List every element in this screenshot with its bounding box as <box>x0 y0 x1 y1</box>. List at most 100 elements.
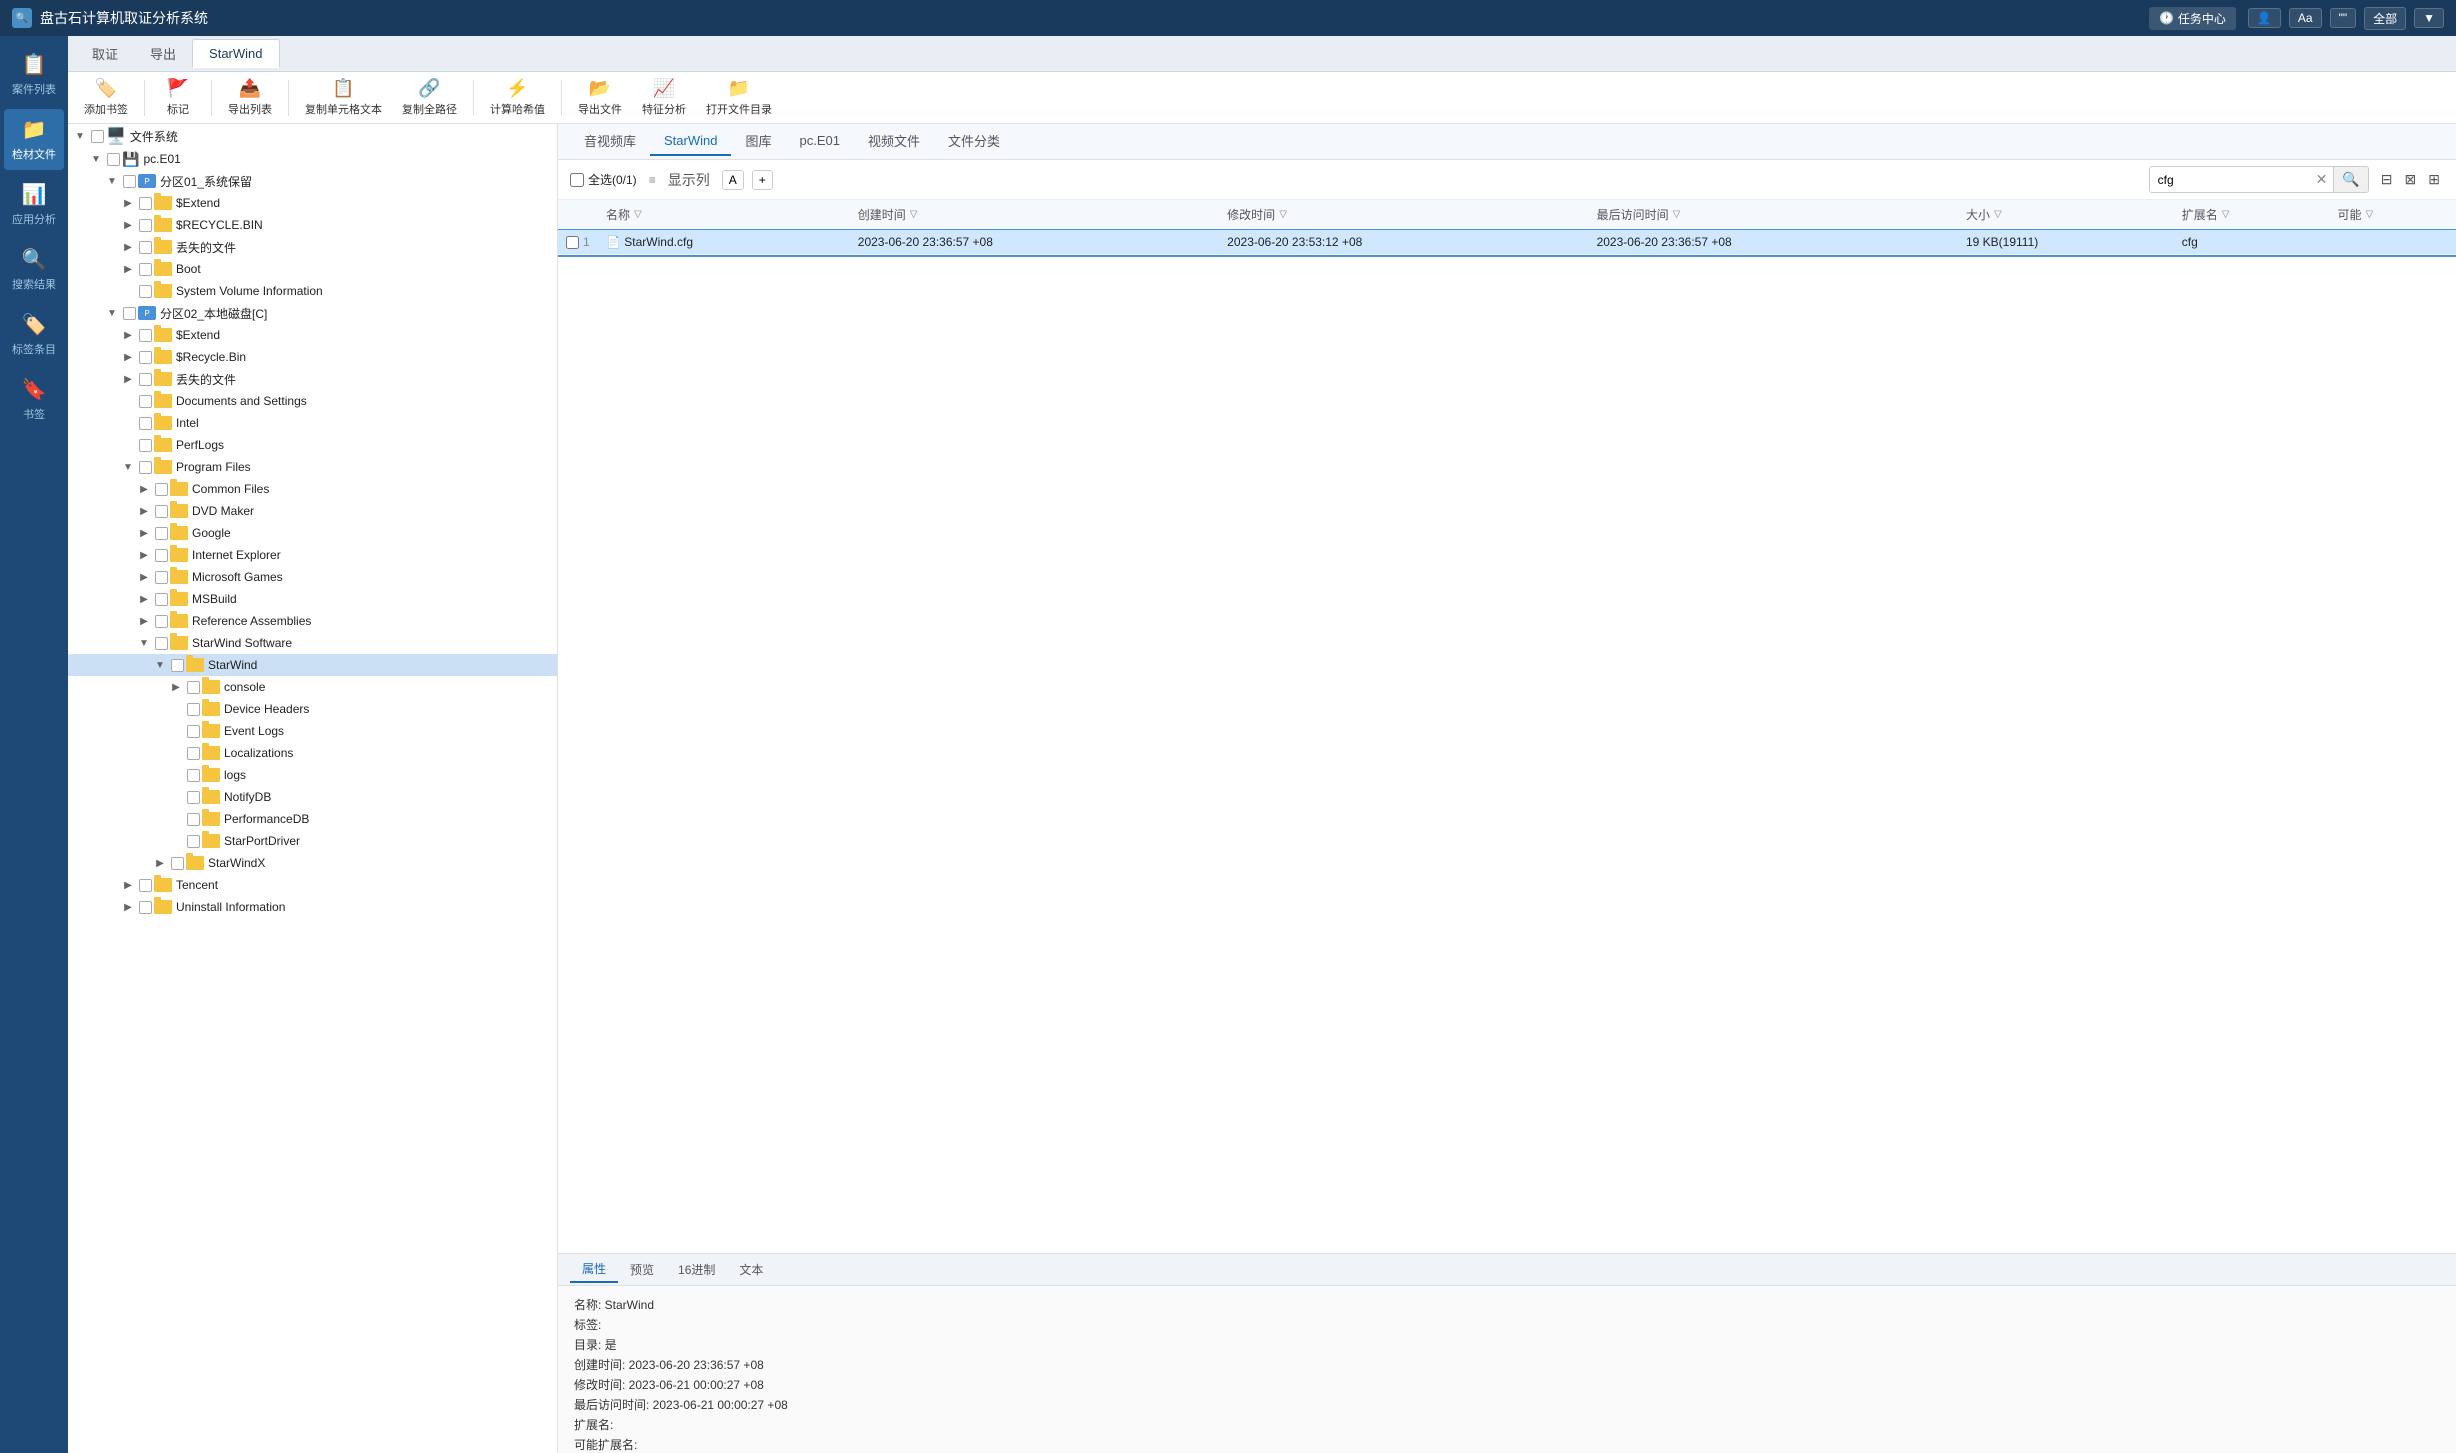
tree-node-msbuild[interactable]: MSBuild <box>68 588 557 610</box>
name-filter-icon[interactable]: ▽ <box>634 209 642 220</box>
expand-icon[interactable] <box>136 481 152 497</box>
tab-collect[interactable]: 取证 <box>76 38 134 69</box>
check[interactable] <box>168 854 186 872</box>
expand-icon[interactable] <box>136 613 152 629</box>
sidebar-item-case-list[interactable]: 📋 案件列表 <box>4 44 64 105</box>
expand-icon[interactable] <box>120 877 136 893</box>
tree-node-lost1[interactable]: 丢失的文件 <box>68 236 557 258</box>
tree-node-intel[interactable]: Intel <box>68 412 557 434</box>
expand-icon[interactable] <box>136 525 152 541</box>
expand-icon[interactable] <box>88 151 104 167</box>
tree-node-extend2[interactable]: $Extend <box>68 324 557 346</box>
ext-filter-icon[interactable]: ▽ <box>2222 209 2230 220</box>
accessed-filter-icon[interactable]: ▽ <box>1673 209 1681 220</box>
expand-icon[interactable] <box>104 305 120 321</box>
row-checkbox[interactable] <box>566 236 579 249</box>
check[interactable] <box>136 392 154 410</box>
tab-starwind[interactable]: StarWind <box>192 39 279 68</box>
check[interactable] <box>184 788 202 806</box>
expand-icon[interactable] <box>120 239 136 255</box>
tree-node-event-logs[interactable]: Event Logs <box>68 720 557 742</box>
sidebar-item-evidence-file[interactable]: 📁 检材文件 <box>4 109 64 170</box>
expand-icon[interactable] <box>120 371 136 387</box>
th-ext[interactable]: 扩展名 ▽ <box>2174 200 2330 230</box>
check[interactable] <box>184 810 202 828</box>
filter-button-2[interactable]: ⊠ <box>2401 169 2421 190</box>
font-size-a-button[interactable]: A <box>722 170 744 190</box>
th-name[interactable]: 名称 ▽ <box>598 200 850 230</box>
check[interactable] <box>152 634 170 652</box>
th-size[interactable]: 大小 ▽ <box>1958 200 2174 230</box>
font-button[interactable]: Aa <box>2289 8 2322 28</box>
check[interactable] <box>136 282 154 300</box>
expand-icon[interactable] <box>120 459 136 475</box>
expand-icon[interactable] <box>168 811 184 827</box>
tree-node-starwind-software[interactable]: StarWind Software <box>68 632 557 654</box>
tree-node-starwindx[interactable]: StarWindX <box>68 852 557 874</box>
tree-node-lost2[interactable]: 丢失的文件 <box>68 368 557 390</box>
mark-button[interactable]: 🚩 标记 <box>153 74 203 121</box>
sub-tab-audio-video[interactable]: 音视频库 <box>570 125 650 158</box>
sidebar-item-bookmarks[interactable]: 🔖 书签 <box>4 369 64 430</box>
all-button[interactable]: 全部 <box>2364 7 2406 30</box>
tree-node-commonfiles[interactable]: Common Files <box>68 478 557 500</box>
expand-icon[interactable] <box>168 679 184 695</box>
tree-node-sysvolinfo[interactable]: System Volume Information <box>68 280 557 302</box>
check[interactable] <box>184 700 202 718</box>
expand-icon[interactable] <box>168 767 184 783</box>
search-input[interactable] <box>2150 169 2310 191</box>
select-all-checkbox[interactable] <box>570 173 584 187</box>
tree-node-tencent[interactable]: Tencent <box>68 874 557 896</box>
calc-hash-button[interactable]: ⚡ 计算哈希值 <box>482 74 553 121</box>
expand-icon[interactable] <box>136 591 152 607</box>
tree-node-localizations[interactable]: Localizations <box>68 742 557 764</box>
bottom-tab-preview[interactable]: 预览 <box>618 1257 666 1282</box>
tree-node-uninstall[interactable]: Uninstall Information <box>68 896 557 918</box>
expand-icon[interactable] <box>120 327 136 343</box>
tree-node-msgames[interactable]: Microsoft Games <box>68 566 557 588</box>
copy-path-button[interactable]: 🔗 复制全路径 <box>394 74 465 121</box>
tree-node-starwind[interactable]: StarWind <box>68 654 557 676</box>
expand-icon[interactable] <box>120 283 136 299</box>
tree-node-device-headers[interactable]: Device Headers <box>68 698 557 720</box>
tree-node-partition01[interactable]: P 分区01_系统保留 <box>68 170 557 192</box>
th-possible[interactable]: 可能 ▽ <box>2330 200 2456 230</box>
dropdown-button[interactable]: ▼ <box>2414 8 2444 28</box>
tree-node-perflogs[interactable]: PerfLogs <box>68 434 557 456</box>
check[interactable] <box>136 898 154 916</box>
check[interactable] <box>136 414 154 432</box>
check[interactable] <box>104 150 122 168</box>
created-filter-icon[interactable]: ▽ <box>910 209 918 220</box>
search-button[interactable]: 🔍 <box>2333 167 2367 192</box>
check[interactable] <box>152 502 170 520</box>
expand-icon[interactable] <box>120 217 136 233</box>
th-modified[interactable]: 修改时间 ▽ <box>1219 200 1588 230</box>
check[interactable] <box>152 568 170 586</box>
expand-icon[interactable] <box>120 437 136 453</box>
check[interactable] <box>120 304 138 322</box>
expand-icon[interactable] <box>168 833 184 849</box>
tree-node-programfiles[interactable]: Program Files <box>68 456 557 478</box>
expand-icon[interactable] <box>152 657 168 673</box>
expand-icon[interactable] <box>168 723 184 739</box>
sub-tab-gallery[interactable]: 图库 <box>731 125 785 158</box>
sidebar-item-search-result[interactable]: 🔍 搜索结果 <box>4 239 64 300</box>
feature-analysis-button[interactable]: 📈 特征分析 <box>634 74 694 121</box>
filter-button-3[interactable]: ⊞ <box>2424 169 2444 190</box>
table-row[interactable]: 1 📄 StarWind.cfg 2023-06-20 23:36:57 +08… <box>558 230 2456 255</box>
possible-filter-icon[interactable]: ▽ <box>2366 209 2374 220</box>
th-accessed[interactable]: 最后访问时间 ▽ <box>1589 200 1958 230</box>
expand-icon[interactable] <box>136 635 152 651</box>
expand-icon[interactable] <box>168 701 184 717</box>
check[interactable] <box>152 590 170 608</box>
check[interactable] <box>184 744 202 762</box>
tree-node-extend1[interactable]: $Extend <box>68 192 557 214</box>
check[interactable] <box>184 832 202 850</box>
quotes-button[interactable]: "" <box>2330 8 2357 28</box>
tree-node-logs[interactable]: logs <box>68 764 557 786</box>
copy-cell-button[interactable]: 📋 复制单元格文本 <box>297 74 390 121</box>
display-col-button[interactable]: 显示列 <box>664 168 714 192</box>
tree-node-refassemblies[interactable]: Reference Assemblies <box>68 610 557 632</box>
expand-icon[interactable] <box>120 415 136 431</box>
check[interactable] <box>136 370 154 388</box>
